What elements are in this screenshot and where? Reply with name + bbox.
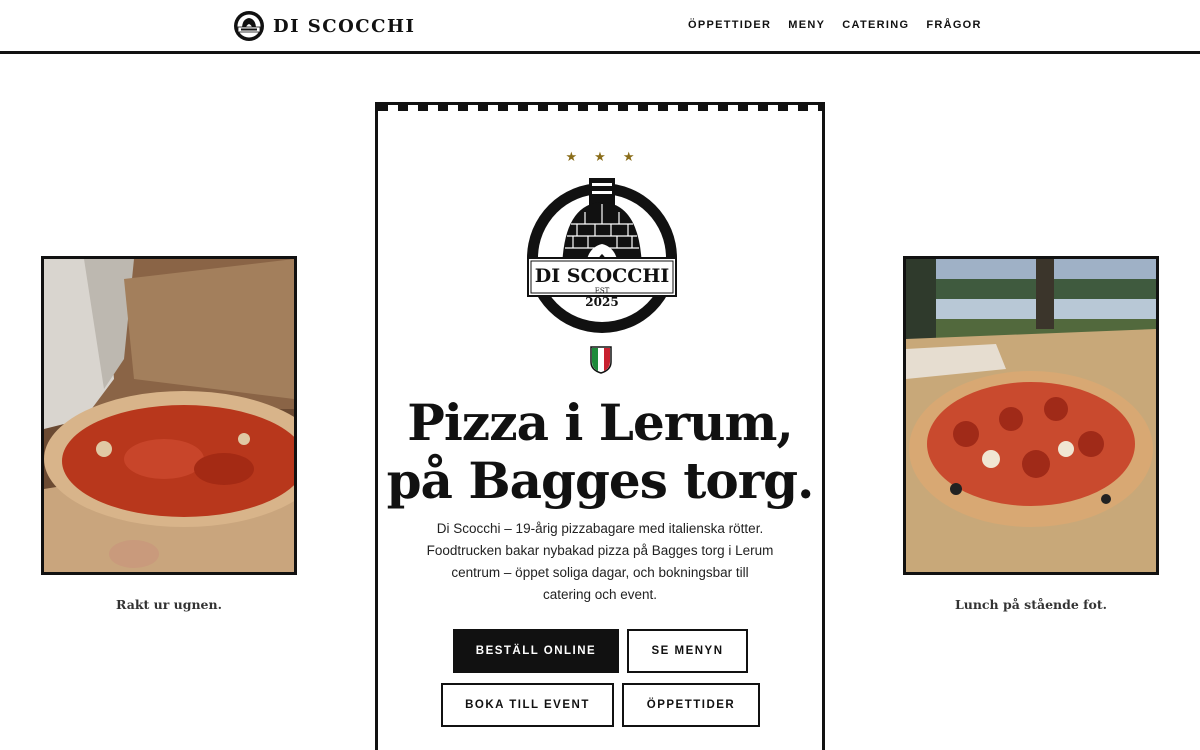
intro-line-1: Di Scocchi – 19-årig pizzabagare med ita… bbox=[436, 521, 764, 536]
caption-right-photo: Lunch på stående fot. bbox=[954, 597, 1108, 612]
headline-line-1: Pizza i Lerum, bbox=[407, 393, 794, 452]
nav-item-opening-hours[interactable]: ÖPPETTIDER bbox=[688, 19, 771, 31]
brand-emblem-logo: DI SCOCCHI EST 2025 bbox=[527, 178, 677, 333]
intro-line-3: centrum – öppet soliga dagar, och boknin… bbox=[451, 565, 749, 580]
star-icon: ★ bbox=[622, 149, 635, 164]
brand-home-link[interactable]: DI SCOCCHI bbox=[233, 10, 415, 42]
brand-name: DI SCOCCHI bbox=[273, 15, 416, 37]
book-event-button[interactable]: BOKA TILL EVENT bbox=[441, 683, 614, 727]
italian-flag-icon bbox=[590, 346, 612, 374]
emblem-year: 2025 bbox=[585, 295, 618, 309]
caption-left-photo: Rakt ur ugnen. bbox=[116, 597, 222, 612]
emblem-name: DI SCOCCHI bbox=[535, 265, 670, 287]
opening-hours-button[interactable]: ÖPPETTIDER bbox=[622, 683, 760, 727]
order-online-button[interactable]: BESTÄLL ONLINE bbox=[453, 629, 619, 673]
main-nav: ÖPPETTIDER MENY CATERING FRÅGOR bbox=[688, 19, 982, 31]
see-menu-button[interactable]: SE MENYN bbox=[627, 629, 748, 673]
emblem-est: EST bbox=[595, 287, 610, 295]
intro-line-2: Foodtrucken bakar nybakad pizza på Bagge… bbox=[426, 543, 774, 558]
rating-stars: ★ ★ ★ bbox=[378, 148, 822, 166]
site-header: DI SCOCCHI ÖPPETTIDER MENY CATERING FRÅG… bbox=[0, 0, 1200, 54]
nav-item-menu[interactable]: MENY bbox=[788, 19, 825, 31]
nav-item-catering[interactable]: CATERING bbox=[842, 19, 909, 31]
hero-card: DI SCOCCHI EST 2025 ★ ★ ★ Pizza i Lerum,… bbox=[375, 102, 825, 750]
nav-item-faq[interactable]: FRÅGOR bbox=[926, 19, 981, 31]
brand-logo-icon bbox=[234, 11, 264, 41]
hero-intro-text: Di Scocchi – 19-årig pizzabagare med ita… bbox=[418, 518, 782, 606]
photo-pizza-box-hands bbox=[41, 256, 297, 575]
intro-line-4: catering och event. bbox=[542, 587, 658, 602]
star-icon: ★ bbox=[594, 149, 606, 164]
hero-headline: Pizza i Lerum, på Bagges torg. bbox=[378, 394, 822, 510]
headline-line-2: på Bagges torg. bbox=[386, 451, 815, 510]
photo-pizza-by-lake bbox=[903, 256, 1159, 575]
checkered-border bbox=[378, 102, 822, 111]
star-icon: ★ bbox=[565, 149, 578, 164]
